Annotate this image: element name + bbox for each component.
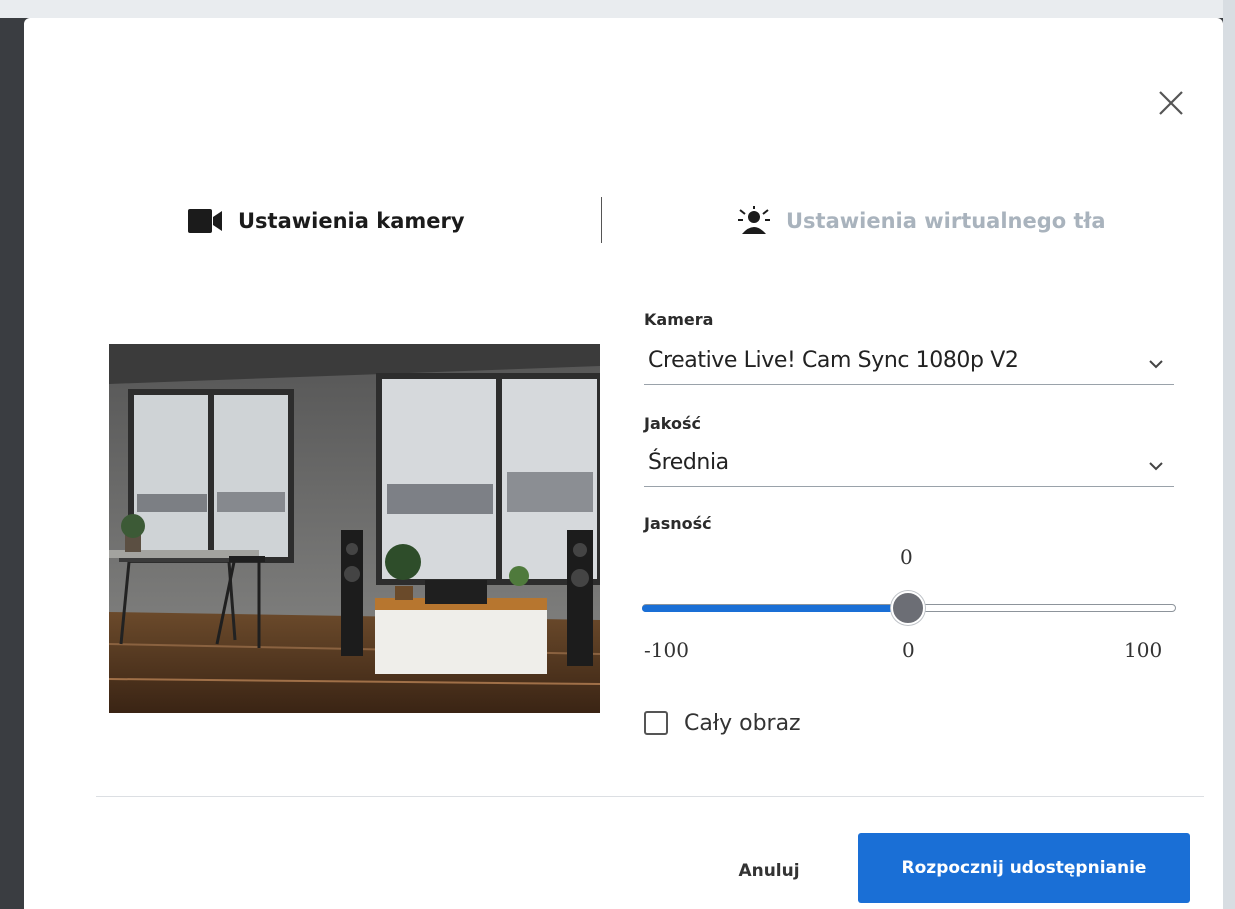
tab-camera-settings[interactable]: Ustawienia kamery xyxy=(188,204,465,238)
camera-select-value: Creative Live! Cam Sync 1080p V2 xyxy=(648,348,1019,373)
virtual-background-icon xyxy=(738,206,770,234)
tab-virtual-background[interactable]: Ustawienia wirtualnego tła xyxy=(736,204,1106,238)
full-image-option[interactable]: Cały obraz xyxy=(644,706,801,740)
footer-divider xyxy=(96,796,1204,797)
camera-label: Kamera xyxy=(644,310,714,329)
chevron-down-icon xyxy=(1149,360,1163,369)
start-sharing-button[interactable]: Rozpocznij udostępnianie xyxy=(858,833,1190,903)
quality-select[interactable]: Średnia xyxy=(644,446,1174,487)
tab-virtual-background-label: Ustawienia wirtualnego tła xyxy=(786,209,1106,233)
camera-preview-image xyxy=(109,344,600,713)
brightness-min-label: -100 xyxy=(644,638,689,662)
quality-label: Jakość xyxy=(644,414,701,433)
cancel-button[interactable]: Anuluj xyxy=(714,850,824,890)
camera-settings-dialog: Ustawienia kamery Ustawienia wirtualnego… xyxy=(24,18,1223,909)
tab-divider xyxy=(601,197,602,243)
brightness-label: Jasność xyxy=(644,514,712,533)
slider-fill xyxy=(642,605,908,612)
full-image-checkbox[interactable] xyxy=(644,711,668,735)
slider-thumb[interactable] xyxy=(891,591,925,625)
brightness-max-label: 100 xyxy=(1124,638,1163,662)
close-icon xyxy=(1159,91,1183,115)
full-image-label: Cały obraz xyxy=(684,710,801,736)
background-page-edge xyxy=(1223,0,1235,909)
brightness-current-value: 0 xyxy=(900,545,913,569)
tab-camera-label: Ustawienia kamery xyxy=(238,209,465,233)
brightness-slider[interactable] xyxy=(642,588,1176,634)
video-camera-icon xyxy=(188,209,222,233)
brightness-mid-label: 0 xyxy=(902,638,915,662)
chevron-down-icon xyxy=(1149,462,1163,471)
quality-select-value: Średnia xyxy=(648,450,729,475)
background-page-strip xyxy=(0,0,1235,18)
close-button[interactable] xyxy=(1152,84,1190,122)
camera-select[interactable]: Creative Live! Cam Sync 1080p V2 xyxy=(644,344,1174,385)
